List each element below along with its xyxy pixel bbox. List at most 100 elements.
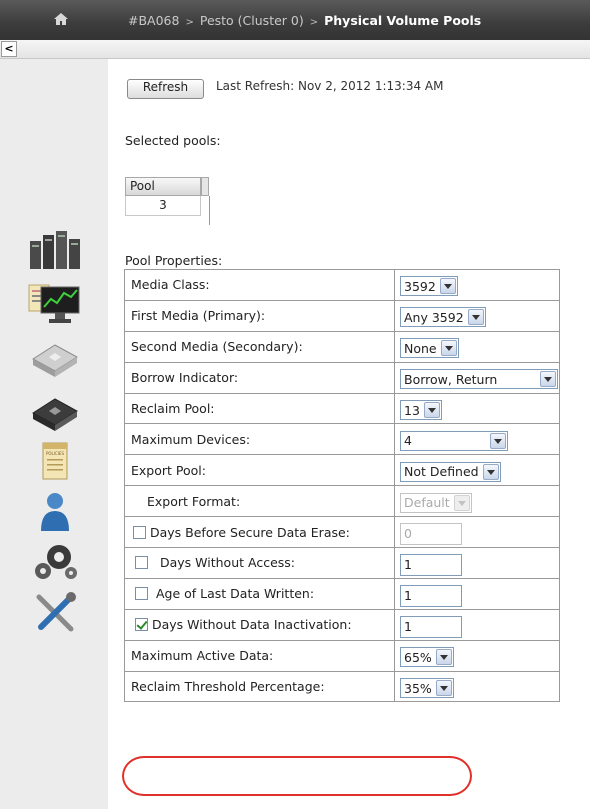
table-row: Second Media (Secondary): None <box>124 330 560 363</box>
maximum-active-data-label: Maximum Active Data: <box>124 639 395 672</box>
user-icon[interactable] <box>27 489 83 535</box>
page-title: Physical Volume Pools <box>324 13 482 28</box>
chevron-down-icon[interactable] <box>482 463 499 480</box>
table-row: Maximum Active Data: 65% <box>124 639 560 672</box>
maximum-active-data-select[interactable]: 65% <box>400 647 454 668</box>
media-class-label: Media Class: <box>124 269 395 301</box>
data-inactivation-input[interactable]: 1 <box>400 615 462 638</box>
chevron-down-icon[interactable] <box>490 432 506 449</box>
secure-erase-checkbox[interactable] <box>133 525 146 539</box>
monitor-chart-icon[interactable] <box>27 281 83 327</box>
home-button[interactable] <box>0 0 108 40</box>
media-class-select[interactable]: 3592 <box>400 276 458 297</box>
servers-icon[interactable] <box>27 227 83 273</box>
main-content: Refresh Last Refresh: Nov 2, 2012 1:13:3… <box>108 59 590 809</box>
breadcrumb-separator-icon: > <box>309 17 319 28</box>
chevron-down-icon[interactable] <box>423 402 440 418</box>
breadcrumb: #BA068 > Pesto (Cluster 0) > Physical Volume… <box>128 13 481 28</box>
storage-drive-icon[interactable] <box>27 335 83 381</box>
borrow-indicator-select[interactable]: Borrow, Return <box>400 369 558 390</box>
refresh-button[interactable]: Refresh <box>127 79 204 99</box>
reclaim-pool-select[interactable]: 13 <box>400 400 442 420</box>
select-value: Default <box>404 495 450 511</box>
chevron-down-icon <box>453 494 470 511</box>
pool-column-header[interactable]: Pool <box>125 177 201 196</box>
navigation-rail: POLICIES <box>0 59 108 809</box>
reclaim-threshold-label: Reclaim Threshold Percentage: <box>124 670 395 703</box>
chevron-down-icon[interactable] <box>467 309 484 326</box>
secure-erase-input[interactable]: 0 <box>400 523 462 546</box>
policies-notepad-icon[interactable]: POLICIES <box>27 439 83 485</box>
pool-properties-label: Pool Properties: <box>125 253 223 268</box>
age-last-data-checkbox[interactable] <box>135 587 148 601</box>
days-without-access-input[interactable]: 1 <box>400 553 462 576</box>
last-refresh-text: Last Refresh: Nov 2, 2012 1:13:34 AM <box>216 79 444 93</box>
data-inactivation-label: Days Without Data Inactivation: <box>152 617 352 633</box>
select-value: Borrow, Return <box>404 371 498 387</box>
select-value: Not Defined <box>404 464 479 480</box>
data-inactivation-value-cell: 1 <box>394 608 560 641</box>
pool-properties-table: Media Class: 3592 First Media (Primary):… <box>124 269 560 703</box>
select-value: 13 <box>404 402 420 418</box>
days-without-access-label: Days Without Access: <box>160 555 295 571</box>
gears-icon[interactable] <box>27 539 83 585</box>
horizontal-scrollbar[interactable]: < <box>0 40 590 59</box>
secure-erase-value-cell: 0 <box>394 516 560 549</box>
breadcrumb-cluster[interactable]: Pesto (Cluster 0) <box>200 13 304 28</box>
table-row: Reclaim Pool: 13 <box>124 392 560 425</box>
scroll-left-button[interactable]: < <box>1 41 17 57</box>
chevron-down-icon[interactable] <box>440 340 457 357</box>
table-row: Days Without Access: 1 <box>124 547 560 579</box>
select-value: Any 3592 <box>404 309 464 325</box>
select-value: 35% <box>404 680 432 696</box>
maximum-devices-cell: 4 <box>394 423 560 456</box>
age-last-data-input[interactable]: 1 <box>400 584 462 607</box>
maximum-active-data-cell: 65% <box>394 639 560 672</box>
reclaim-threshold-select[interactable]: 35% <box>400 678 454 699</box>
age-last-data-cell: Age of Last Data Written: <box>124 577 395 610</box>
select-value: None <box>404 340 437 356</box>
first-media-select[interactable]: Any 3592 <box>400 307 486 328</box>
export-pool-cell: Not Defined <box>394 454 560 487</box>
borrow-indicator-label: Borrow Indicator: <box>124 361 395 394</box>
chevron-down-icon[interactable] <box>435 680 452 697</box>
export-format-select: Default <box>400 492 472 513</box>
table-row: Export Format: Default <box>124 485 560 518</box>
chevron-down-icon[interactable] <box>435 649 452 666</box>
days-without-access-checkbox[interactable] <box>135 556 148 570</box>
secure-erase-label: Days Before Secure Data Erase: <box>150 524 350 540</box>
second-media-cell: None <box>394 330 560 363</box>
export-format-label: Export Format: <box>124 485 395 518</box>
second-media-select[interactable]: None <box>400 338 459 359</box>
first-media-cell: Any 3592 <box>394 299 560 332</box>
chevron-down-icon[interactable] <box>540 371 556 388</box>
home-icon <box>54 13 68 25</box>
table-row: Reclaim Threshold Percentage: 35% <box>124 670 560 703</box>
age-last-data-label: Age of Last Data Written: <box>156 586 315 602</box>
breadcrumb-system[interactable]: #BA068 <box>128 13 179 28</box>
secure-erase-cell: Days Before Secure Data Erase: <box>124 516 395 549</box>
table-divider <box>209 196 210 225</box>
selected-pools-table: Pool 3 <box>125 177 213 225</box>
age-last-data-value-cell: 1 <box>394 577 560 610</box>
select-value: 3592 <box>404 278 436 294</box>
days-without-access-cell: Days Without Access: <box>124 547 395 579</box>
tools-icon[interactable] <box>27 589 83 635</box>
table-row: Borrow Indicator: Borrow, Return <box>124 361 560 394</box>
export-format-cell: Default <box>394 485 560 518</box>
reclaim-pool-label: Reclaim Pool: <box>124 392 395 425</box>
policies-label: POLICIES <box>46 451 64 456</box>
data-inactivation-checkbox[interactable] <box>135 618 148 632</box>
select-value: 4 <box>404 433 412 449</box>
export-pool-select[interactable]: Not Defined <box>400 461 501 482</box>
maximum-devices-label: Maximum Devices: <box>124 423 395 456</box>
table-row: Export Pool: Not Defined <box>124 454 560 487</box>
column-resize-handle[interactable] <box>201 177 209 196</box>
export-pool-label: Export Pool: <box>124 454 395 487</box>
tape-drive-icon[interactable] <box>27 389 83 435</box>
pool-cell[interactable]: 3 <box>125 196 201 216</box>
reclaim-threshold-cell: 35% <box>394 670 560 703</box>
maximum-devices-select[interactable]: 4 <box>400 430 508 451</box>
breadcrumb-separator-icon: > <box>185 17 194 28</box>
chevron-down-icon[interactable] <box>439 278 456 295</box>
